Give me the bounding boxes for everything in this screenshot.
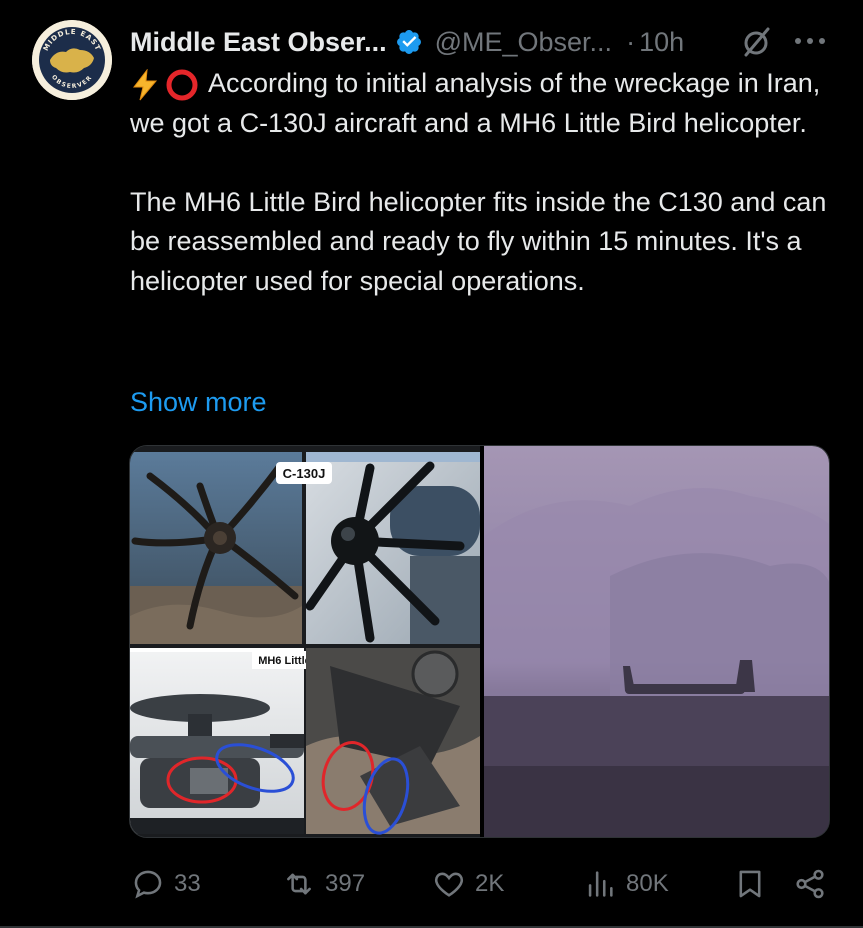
- c130-propeller-photo: C-130J: [276, 452, 480, 644]
- avatar[interactable]: MIDDLE EAST OBSERVER: [32, 20, 112, 100]
- emoji-group: [130, 67, 200, 103]
- author-name[interactable]: Middle East Obser...: [130, 27, 387, 58]
- grok-icon[interactable]: [738, 24, 774, 60]
- author-handle[interactable]: @ME_Obser...: [435, 27, 612, 58]
- c130-label: C-130J: [283, 466, 326, 481]
- post-text: According to initial analysis of the wre…: [130, 64, 845, 301]
- reply-icon: [134, 870, 162, 899]
- bookmark-button[interactable]: [733, 858, 767, 910]
- reply-button[interactable]: 33: [131, 858, 201, 910]
- lightning-emoji-icon: [132, 68, 158, 101]
- heart-icon: [434, 872, 464, 897]
- verified-badge-icon: [395, 28, 423, 56]
- more-options-icon[interactable]: [790, 22, 830, 58]
- repost-button[interactable]: 397: [282, 858, 365, 910]
- views-button[interactable]: 80K: [583, 858, 669, 910]
- middle-east-observer-logo: MIDDLE EAST OBSERVER: [32, 20, 112, 100]
- post-actions: 33 397 2K 80K: [0, 858, 863, 910]
- bookmark-icon: [739, 870, 761, 898]
- post-header: Middle East Obser... @ME_Obser... · 10h: [130, 22, 684, 62]
- like-count: 2K: [475, 870, 505, 897]
- share-icon: [796, 869, 824, 899]
- views-icon: [588, 871, 613, 897]
- share-button[interactable]: [793, 858, 827, 910]
- reply-count: 33: [174, 870, 201, 897]
- like-button[interactable]: 2K: [432, 858, 504, 910]
- post-paragraph-2: The MH6 Little Bird helicopter fits insi…: [130, 186, 827, 296]
- separator-dot: ·: [626, 26, 636, 57]
- post-time[interactable]: 10h: [639, 27, 684, 58]
- repost-icon: [287, 873, 311, 895]
- post-paragraph-1: According to initial analysis of the wre…: [130, 64, 845, 143]
- media-grid[interactable]: C-130J MH6 Little Bird: [129, 445, 830, 838]
- c130-distant-photo: [484, 446, 829, 837]
- red-circle-emoji-icon: [166, 69, 198, 101]
- paragraph-1-text: According to initial analysis of the wre…: [130, 68, 821, 138]
- views-count: 80K: [626, 870, 669, 897]
- show-more-link[interactable]: Show more: [130, 383, 267, 422]
- repost-count: 397: [325, 870, 366, 897]
- media-composite: C-130J MH6 Little Bird: [130, 446, 829, 837]
- mh6-wreckage-photo: [306, 648, 480, 835]
